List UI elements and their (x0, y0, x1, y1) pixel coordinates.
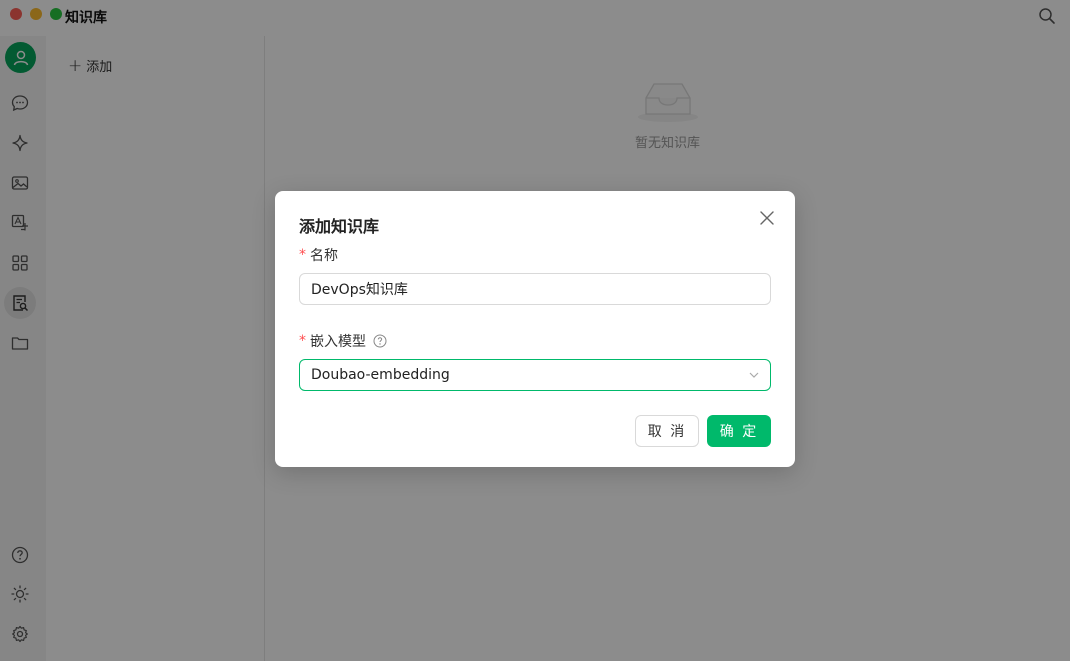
name-label-text: 名称 (310, 248, 338, 264)
confirm-button[interactable]: 确 定 (707, 415, 771, 447)
chevron-down-icon (749, 372, 759, 378)
cancel-button[interactable]: 取 消 (635, 415, 699, 447)
close-icon[interactable] (759, 210, 775, 226)
question-circle-icon[interactable] (373, 334, 387, 348)
model-field-label: * 嵌入模型 (299, 331, 387, 351)
embedding-model-select[interactable]: Doubao-embedding (299, 359, 771, 391)
dialog-title: 添加知识库 (299, 217, 380, 236)
required-mark: * (299, 247, 306, 263)
add-knowledge-dialog: 添加知识库 * 名称 * 嵌入模型 Doubao-embedding 取 消 确… (275, 191, 795, 467)
name-field-label: * 名称 (299, 245, 338, 265)
selected-model: Doubao-embedding (311, 367, 450, 383)
required-mark: * (299, 333, 306, 349)
name-input[interactable] (299, 273, 771, 305)
model-label-text: 嵌入模型 (310, 334, 366, 350)
